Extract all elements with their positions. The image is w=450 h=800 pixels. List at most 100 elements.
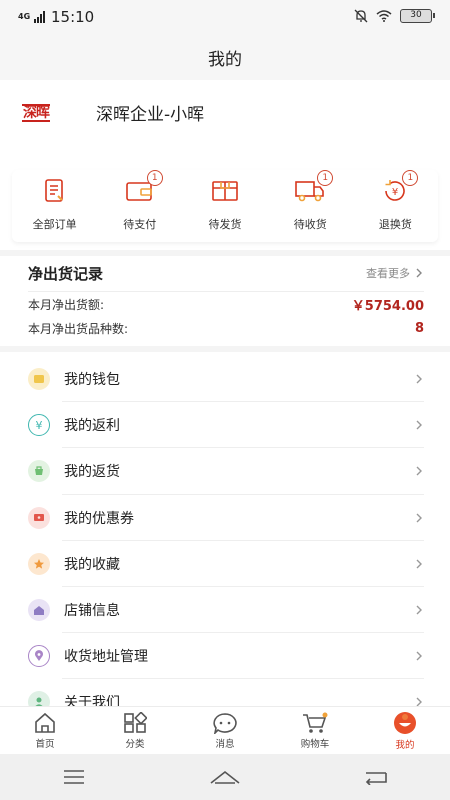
menu-item-shop-info[interactable]: 店铺信息 — [0, 587, 450, 634]
order-refund-button[interactable]: ¥ 1 退换货 — [353, 170, 438, 242]
nav-bar: 我的 — [0, 34, 450, 80]
tab-category[interactable]: 分类 — [90, 707, 180, 754]
order-badge: 1 — [317, 170, 334, 186]
menu-item-wallet[interactable]: 我的钱包 — [0, 356, 450, 403]
menu-icon[interactable] — [62, 769, 86, 785]
home-gesture-icon[interactable] — [209, 769, 241, 785]
logo-text: 深晖 — [22, 103, 50, 122]
view-more-link[interactable]: 查看更多 — [366, 265, 424, 281]
status-left: 4G 15:10 — [18, 8, 94, 26]
return-goods-icon — [28, 460, 50, 483]
package-icon — [208, 176, 242, 206]
category-icon — [124, 711, 147, 733]
about-icon — [28, 691, 50, 706]
order-label: 待收货 — [293, 218, 327, 231]
tab-cart[interactable]: 购物车 — [270, 707, 360, 754]
status-bar: 4G 15:10 30 — [0, 0, 450, 34]
order-label: 退换货 — [378, 218, 412, 231]
order-label: 待支付 — [123, 218, 157, 231]
order-all-button[interactable]: 全部订单 — [12, 170, 97, 242]
record-value: ￥5754.00 — [351, 298, 424, 314]
menu-item-coupon[interactable]: 我的优惠券 — [0, 495, 450, 541]
bell-off-icon — [354, 9, 368, 23]
clock: 15:10 — [51, 8, 95, 26]
profile-header[interactable]: 深晖 深晖企业-小晖 — [22, 100, 204, 125]
signal-icon — [34, 11, 45, 23]
tab-label: 消息 — [215, 738, 235, 750]
records-header: 净出货记录 查看更多 — [28, 258, 424, 288]
tab-label: 购物车 — [300, 738, 330, 750]
star-icon — [28, 552, 50, 575]
menu-item-label: 我的返利 — [64, 418, 120, 435]
record-value: 8 — [414, 320, 424, 336]
record-label: 本月净出货额: — [28, 297, 105, 312]
menu-item-label: 收货地址管理 — [64, 649, 148, 666]
tab-profile[interactable]: 我的 — [360, 707, 450, 754]
menu-item-label: 店铺信息 — [64, 603, 120, 620]
menu-item-label: 关于我们 — [64, 695, 120, 706]
refund-icon: ¥ 1 — [378, 170, 419, 206]
chevron-right-icon — [416, 559, 422, 569]
section-divider — [0, 346, 450, 352]
menu-item-label: 我的优惠券 — [64, 510, 134, 527]
shipment-records: 净出货记录 查看更多 本月净出货额: ￥5754.00 本月净出货品种数: 8 — [28, 258, 424, 340]
order-badge: 1 — [402, 170, 419, 186]
order-pending-shipment-button[interactable]: 待发货 — [182, 170, 267, 242]
coupon-icon — [28, 506, 50, 529]
section-divider — [0, 250, 450, 256]
tab-home[interactable]: 首页 — [0, 707, 90, 754]
battery-indicator: 30 — [400, 9, 435, 23]
menu-item-label: 我的返货 — [64, 464, 120, 481]
chevron-right-icon — [416, 374, 422, 384]
chevron-right-icon — [416, 651, 422, 661]
network-type: 4G — [18, 12, 31, 21]
home-icon — [35, 712, 55, 733]
system-nav-bar — [0, 754, 450, 800]
menu-item-rebate[interactable]: ¥ 我的返利 — [0, 402, 450, 449]
profile-name: 深晖企业-小晖 — [96, 105, 205, 125]
bottom-tab-bar: 首页 分类 消息 购物车 我的 — [0, 706, 450, 754]
records-title: 净出货记录 — [28, 264, 104, 283]
truck-icon: 1 — [293, 170, 334, 206]
menu-item-favorites[interactable]: 我的收藏 — [0, 541, 450, 588]
record-row: 本月净出货品种数: 8 — [28, 316, 424, 340]
page-title: 我的 — [208, 49, 242, 70]
message-icon — [213, 712, 237, 734]
chevron-right-icon — [416, 697, 422, 706]
menu-list: 我的钱包 ¥ 我的返利 我的返货 我的优惠券 我的收藏 店铺信息 收货地址管理 … — [0, 356, 450, 706]
chevron-right-icon — [416, 420, 422, 430]
records-divider — [28, 291, 424, 292]
tab-label: 首页 — [35, 738, 55, 750]
back-icon[interactable] — [364, 769, 388, 785]
company-logo: 深晖 — [22, 103, 74, 122]
tab-label: 我的 — [395, 739, 415, 751]
menu-item-label: 我的收藏 — [64, 556, 120, 573]
order-shortcuts: 全部订单 1 待支付 待发货 1 待收货 ¥ 1 退换货 — [12, 170, 438, 242]
tab-messages[interactable]: 消息 — [180, 707, 270, 754]
rebate-icon: ¥ — [28, 414, 50, 437]
order-badge: 1 — [146, 170, 163, 186]
menu-item-about[interactable]: 关于我们 — [0, 679, 450, 706]
wallet-icon — [28, 368, 50, 391]
shop-icon — [28, 599, 50, 622]
order-list-icon — [38, 176, 72, 206]
status-right: 30 — [354, 9, 435, 23]
order-pending-receipt-button[interactable]: 1 待收货 — [268, 170, 353, 242]
chevron-right-icon — [416, 513, 422, 523]
chevron-right-icon — [416, 605, 422, 615]
menu-item-return-goods[interactable]: 我的返货 — [0, 448, 450, 495]
wifi-icon — [376, 10, 392, 22]
cart-icon — [303, 712, 328, 733]
chevron-right-icon — [416, 466, 422, 476]
order-pending-payment-button[interactable]: 1 待支付 — [97, 170, 182, 242]
order-label: 待发货 — [208, 218, 242, 231]
tab-label: 分类 — [125, 738, 145, 750]
menu-item-label: 我的钱包 — [64, 372, 120, 389]
profile-icon — [394, 711, 416, 734]
record-row: 本月净出货额: ￥5754.00 — [28, 292, 424, 316]
view-more-label: 查看更多 — [366, 267, 410, 280]
wallet-pay-icon: 1 — [123, 170, 163, 206]
record-label: 本月净出货品种数: — [28, 321, 129, 336]
menu-item-address[interactable]: 收货地址管理 — [0, 633, 450, 680]
svg-text:¥: ¥ — [392, 187, 398, 198]
